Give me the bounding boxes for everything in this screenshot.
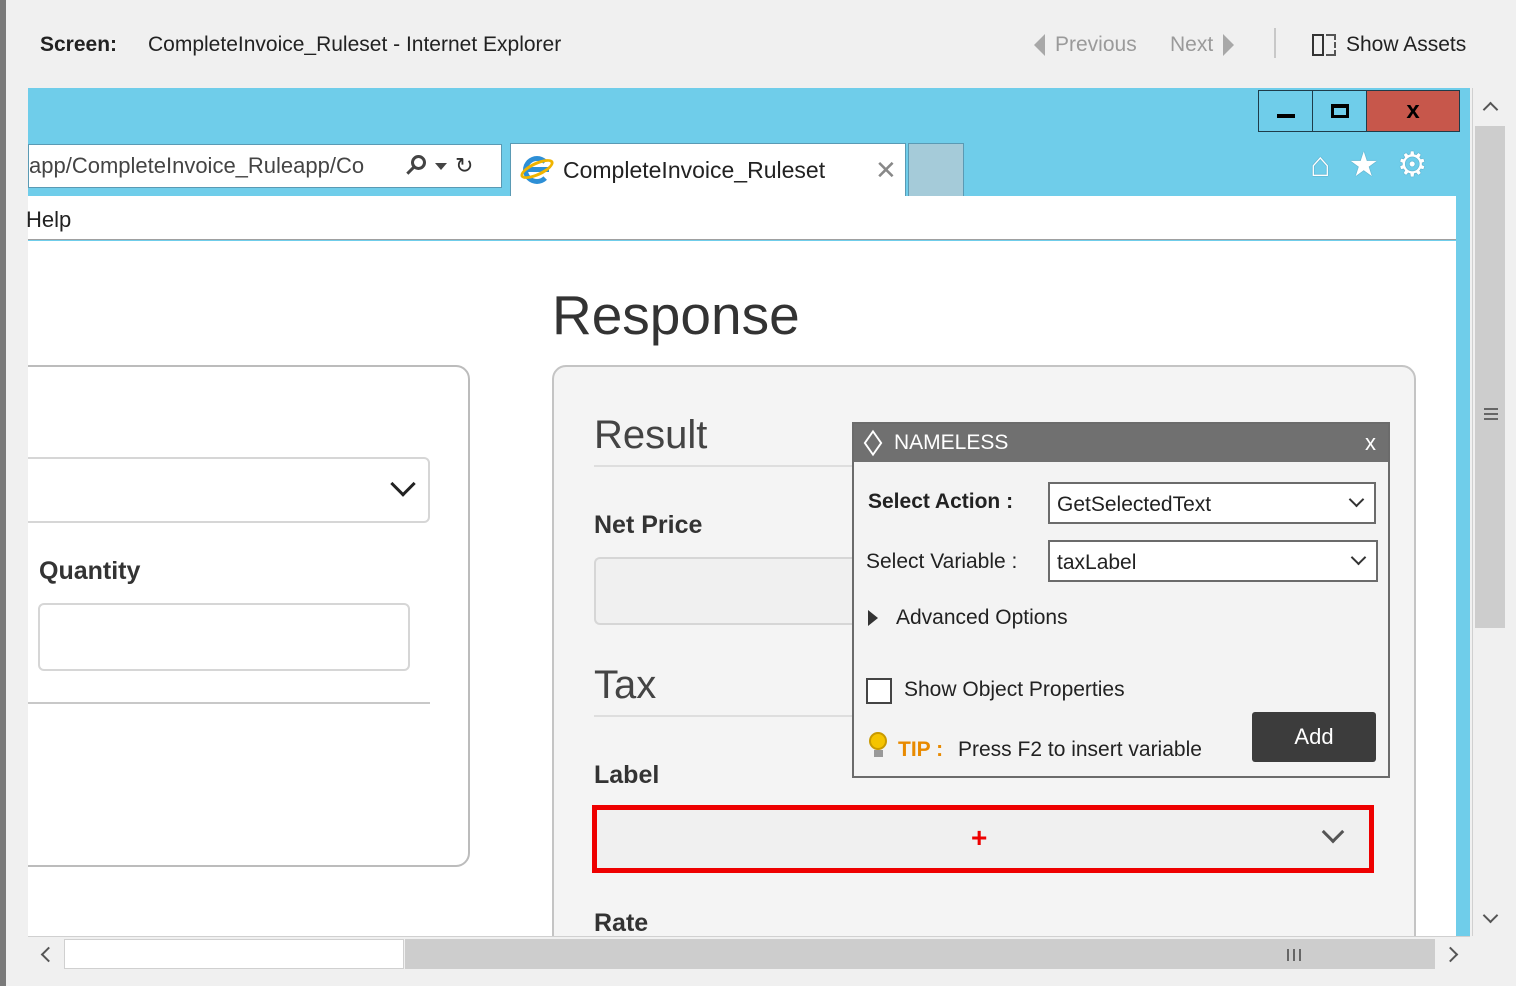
popup-title: NAMELESS [894, 431, 1009, 454]
scrollbar-corner [1472, 936, 1506, 970]
chevron-down-icon [1350, 549, 1367, 566]
scroll-right-button[interactable] [1436, 937, 1470, 971]
request-divider [28, 702, 430, 704]
rate-label: Rate [594, 909, 649, 936]
minimize-icon [1276, 114, 1295, 118]
top-toolbar: Screen: CompleteInvoice_Ruleset - Intern… [6, 0, 1516, 88]
menu-item-help[interactable]: Help [26, 207, 71, 233]
horizontal-scroll-thumb[interactable] [405, 939, 1435, 969]
chevron-down-icon [1348, 491, 1365, 508]
chevron-down-icon [390, 471, 416, 497]
toolbar-separator [1274, 28, 1276, 58]
tip-text: Press F2 to insert variable [958, 738, 1202, 761]
star-icon[interactable]: ★ [1349, 148, 1379, 182]
request-select[interactable] [28, 457, 430, 523]
quantity-input[interactable] [38, 603, 410, 671]
tax-label-label: Label [594, 761, 660, 789]
show-assets-label: Show Assets [1346, 33, 1467, 56]
address-actions: ↻ [405, 153, 473, 179]
home-icon[interactable]: ⌂ [1310, 148, 1331, 182]
chevron-up-icon [1482, 101, 1498, 117]
arrow-right-icon [1223, 34, 1235, 56]
add-button[interactable]: Add [1252, 712, 1376, 762]
chevron-left-icon [40, 946, 56, 962]
window-close-button[interactable]: x [1367, 91, 1459, 131]
vertical-scroll-thumb[interactable] [1475, 126, 1505, 628]
screen-label: Screen: [40, 33, 118, 56]
minimize-button[interactable] [1259, 91, 1313, 131]
tip-label: TIP : [898, 738, 944, 761]
scroll-down-button[interactable] [1473, 900, 1507, 936]
show-object-properties-label: Show Object Properties [904, 678, 1125, 701]
select-action-dropdown[interactable]: GetSelectedText [1048, 482, 1376, 524]
address-text: app/CompleteInvoice_Ruleapp/Co [29, 153, 365, 178]
grip-icon [1287, 949, 1301, 961]
close-icon: x [1406, 97, 1420, 124]
select-variable-value: taxLabel [1057, 551, 1137, 574]
lightbulb-icon [868, 732, 888, 758]
address-bar[interactable]: app/CompleteInvoice_Ruleapp/Co ↻ [28, 144, 502, 188]
horizontal-scroll-track[interactable] [64, 939, 404, 969]
chevron-down-icon [1482, 907, 1498, 923]
tab-title: CompleteInvoice_Ruleset [563, 156, 826, 183]
browser-tool-icons: ⌂ ★ ⚙ [1310, 148, 1428, 182]
new-tab-button[interactable] [908, 143, 964, 196]
tax-divider [594, 715, 884, 717]
response-title: Response [552, 284, 800, 346]
net-price-field[interactable] [594, 557, 884, 625]
popup-close-button[interactable]: x [1365, 430, 1376, 456]
horizontal-scrollbar[interactable] [28, 936, 1470, 970]
maximize-icon [1330, 104, 1349, 118]
select-variable-label: Select Variable : [866, 550, 1018, 573]
maximize-button[interactable] [1313, 91, 1367, 131]
vertical-scrollbar[interactable] [1472, 88, 1506, 936]
advanced-options-toggle[interactable]: Advanced Options [896, 606, 1068, 630]
scroll-up-button[interactable] [1473, 88, 1507, 124]
browser-titlebar: x [28, 88, 1470, 142]
tax-heading: Tax [594, 663, 657, 707]
action-popup: NAMELESS x Select Action : GetSelectedTe… [852, 422, 1390, 778]
chevron-right-icon [1442, 946, 1458, 962]
next-button[interactable]: Next [1170, 33, 1235, 57]
popup-header[interactable]: NAMELESS x [854, 424, 1388, 462]
crosshair-marker-icon: + [971, 822, 988, 853]
scroll-left-button[interactable] [28, 937, 62, 971]
select-action-value: GetSelectedText [1057, 493, 1212, 516]
select-action-label: Select Action : [868, 490, 1014, 513]
cube-icon [862, 429, 884, 457]
gear-icon[interactable]: ⚙ [1397, 148, 1427, 182]
previous-label: Previous [1055, 33, 1137, 56]
tax-label-select[interactable]: + [592, 805, 1374, 873]
bottom-strip [6, 970, 1516, 986]
previous-button[interactable]: Previous [1034, 33, 1137, 57]
net-price-label: Net Price [594, 511, 703, 539]
arrow-left-icon [1034, 34, 1045, 56]
refresh-icon[interactable]: ↻ [455, 153, 473, 179]
screen-title: CompleteInvoice_Ruleset - Internet Explo… [148, 33, 562, 56]
menu-bar: Help [26, 196, 1456, 240]
chevron-down-icon [1321, 820, 1345, 844]
expand-arrow-icon[interactable] [868, 610, 878, 626]
result-divider [594, 465, 884, 467]
search-icon[interactable] [405, 155, 427, 177]
ie-logo-icon [517, 154, 557, 186]
tab-completeinvoice[interactable]: CompleteInvoice_Ruleset ✕ [510, 143, 906, 196]
outer-edge [0, 0, 6, 986]
tab-close-icon[interactable]: ✕ [875, 155, 897, 186]
show-assets-button[interactable]: Show Assets [1312, 33, 1466, 57]
dropdown-arrow-icon[interactable] [435, 162, 447, 170]
window-controls: x [1258, 90, 1460, 132]
assets-panel-icon [1312, 33, 1336, 57]
next-label: Next [1170, 33, 1214, 56]
select-variable-dropdown[interactable]: taxLabel [1048, 540, 1378, 582]
quantity-label: Quantity [39, 557, 141, 585]
result-heading: Result [594, 413, 708, 457]
show-object-properties-checkbox[interactable] [866, 678, 892, 704]
grip-icon [1484, 408, 1498, 420]
